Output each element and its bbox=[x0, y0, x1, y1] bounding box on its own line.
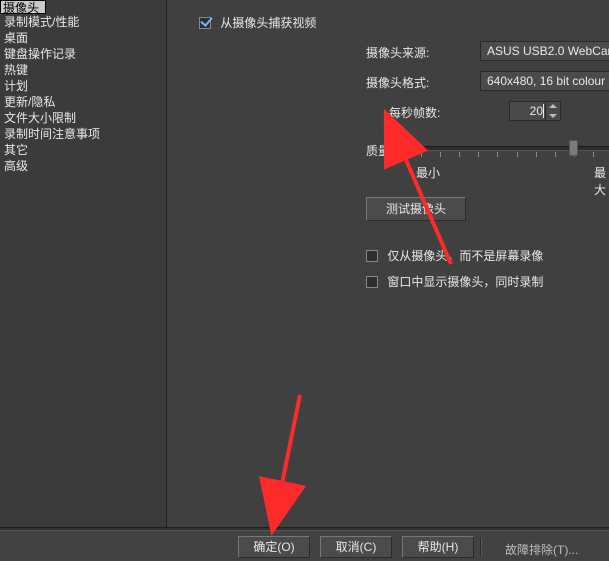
capture-from-webcam-label: 从摄像头捕获视频 bbox=[220, 16, 316, 30]
cancel-button[interactable]: 取消(C) bbox=[320, 536, 392, 558]
sidebar-item-other[interactable]: 其它 bbox=[0, 142, 166, 158]
webcam-source-combo[interactable]: ASUS USB2.0 WebCam bbox=[480, 41, 609, 61]
troubleshoot-link[interactable]: 故障排除(T)... bbox=[505, 541, 578, 558]
settings-sidebar: 摄像头 录制模式/性能 桌面 键盘操作记录 热键 计划 更新/隐私 文件大小限制… bbox=[0, 0, 167, 527]
quality-label: 质量: bbox=[366, 142, 393, 159]
quality-slider[interactable] bbox=[421, 138, 609, 166]
button-separator bbox=[480, 538, 482, 556]
slider-ticks bbox=[421, 152, 609, 158]
capture-from-webcam-row: 从摄像头捕获视频 bbox=[199, 14, 316, 31]
slider-track bbox=[421, 146, 609, 151]
quality-min-label: 最小 bbox=[416, 164, 440, 181]
fps-spinner[interactable] bbox=[545, 102, 560, 120]
sidebar-item-desktop[interactable]: 桌面 bbox=[0, 30, 166, 46]
webcam-format-combo[interactable]: 640x480, 16 bit colour bbox=[480, 71, 609, 91]
sidebar-item-advanced[interactable]: 高级 bbox=[0, 158, 166, 174]
webcam-source-value: ASUS USB2.0 WebCam bbox=[487, 44, 609, 58]
only-webcam-row: 仅从摄像头，而不是屏幕录像 bbox=[366, 247, 543, 264]
chevron-down-icon bbox=[549, 114, 557, 118]
fps-stepper[interactable] bbox=[509, 101, 561, 121]
only-webcam-checkbox[interactable] bbox=[366, 250, 378, 262]
text-caret bbox=[543, 104, 544, 118]
capture-from-webcam-checkbox[interactable] bbox=[199, 17, 211, 29]
sidebar-item-record-mode[interactable]: 录制模式/性能 bbox=[0, 14, 166, 30]
test-webcam-button[interactable]: 测试摄像头 bbox=[366, 197, 466, 221]
help-button[interactable]: 帮助(H) bbox=[402, 536, 474, 558]
ok-button[interactable]: 确定(O) bbox=[238, 536, 310, 558]
fps-input[interactable] bbox=[510, 102, 546, 120]
show-in-window-label: 窗口中显示摄像头，同时录制 bbox=[387, 275, 543, 289]
fps-label: 每秒帧数: bbox=[389, 104, 440, 121]
sidebar-item-keyboard[interactable]: 键盘操作记录 bbox=[0, 46, 166, 62]
show-in-window-checkbox[interactable] bbox=[366, 276, 378, 288]
chevron-up-icon bbox=[549, 104, 557, 108]
sidebar-item-time-notes[interactable]: 录制时间注意事项 bbox=[0, 126, 166, 142]
sidebar-item-filesize[interactable]: 文件大小限制 bbox=[0, 110, 166, 126]
sidebar-title: 摄像头 bbox=[0, 0, 46, 14]
only-webcam-label: 仅从摄像头，而不是屏幕录像 bbox=[387, 249, 543, 263]
dialog-button-row: 确定(O) 取消(C) 帮助(H) 故障排除(T)... bbox=[0, 531, 609, 561]
slider-thumb[interactable] bbox=[569, 140, 578, 156]
quality-max-label: 最大 bbox=[594, 164, 609, 198]
webcam-source-label: 摄像头来源: bbox=[366, 44, 429, 61]
sidebar-item-update-privacy[interactable]: 更新/隐私 bbox=[0, 94, 166, 110]
webcam-settings-panel: 从摄像头捕获视频 摄像头来源: ASUS USB2.0 WebCam 摄像头格式… bbox=[167, 0, 609, 527]
webcam-format-label: 摄像头格式: bbox=[366, 74, 429, 91]
sidebar-item-schedule[interactable]: 计划 bbox=[0, 78, 166, 94]
sidebar-item-hotkeys[interactable]: 热键 bbox=[0, 62, 166, 78]
show-in-window-row: 窗口中显示摄像头，同时录制 bbox=[366, 273, 543, 290]
webcam-format-value: 640x480, 16 bit colour bbox=[487, 74, 605, 88]
